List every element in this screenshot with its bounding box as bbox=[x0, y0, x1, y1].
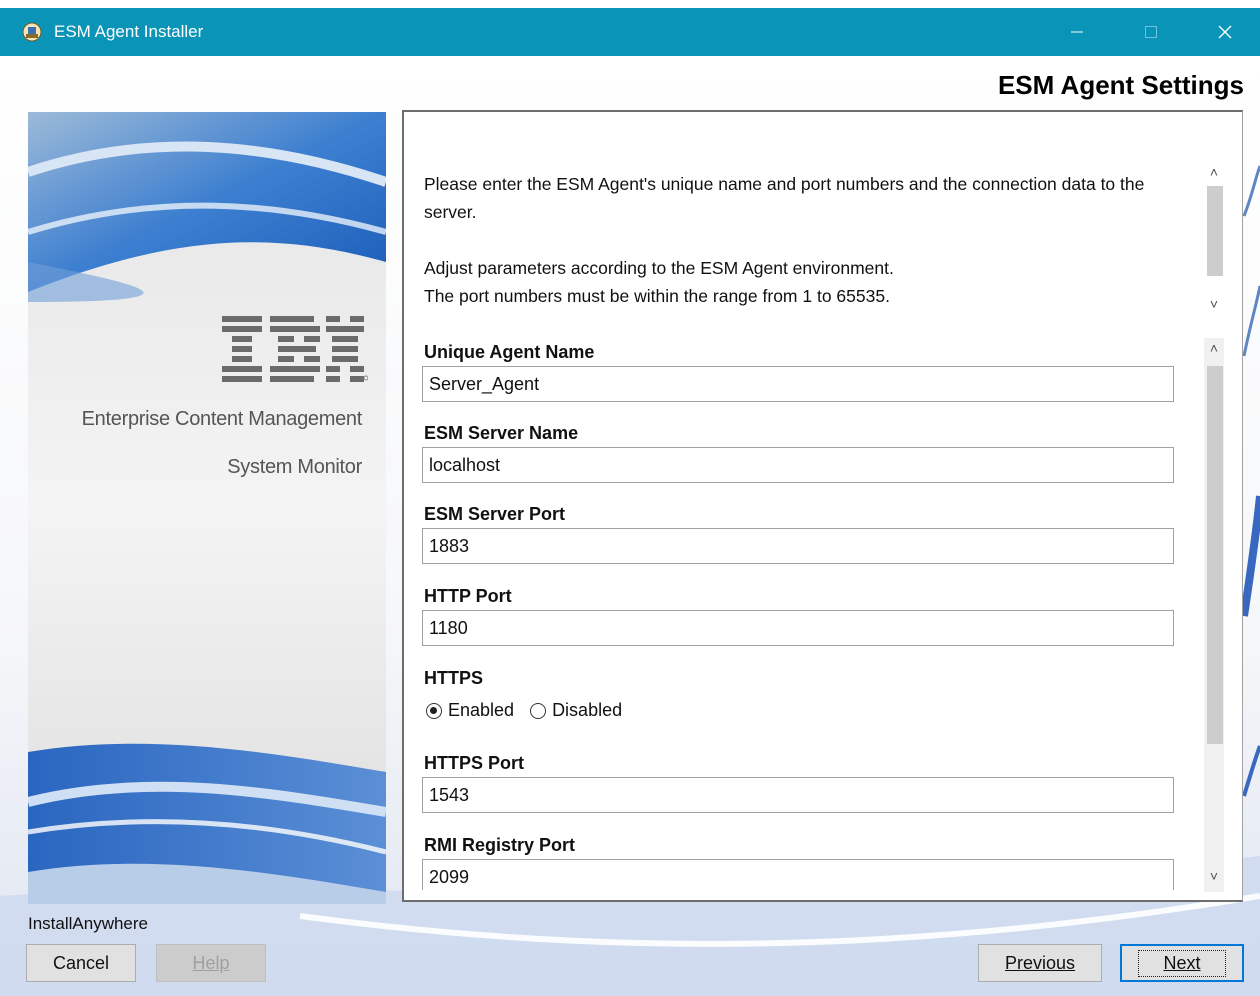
vendor-label: InstallAnywhere bbox=[28, 914, 149, 933]
ibm-logo bbox=[222, 316, 369, 389]
cancel-button[interactable]: Cancel bbox=[26, 944, 136, 982]
close-button[interactable] bbox=[1202, 8, 1248, 56]
https-port-input[interactable]: 1543 bbox=[422, 777, 1174, 813]
https-disabled-radio[interactable] bbox=[530, 702, 547, 719]
esm-server-port-input[interactable]: 1883 bbox=[422, 528, 1174, 564]
esm-server-port-label: ESM Server Port bbox=[424, 504, 566, 524]
unique-agent-name-label: Unique Agent Name bbox=[424, 342, 595, 362]
https-enabled-label[interactable]: Enabled bbox=[448, 700, 514, 721]
esm-server-name-label: ESM Server Name bbox=[424, 423, 579, 443]
intro-scroll-thumb[interactable] bbox=[1207, 186, 1223, 276]
intro-line-2: Adjust parameters according to the ESM A… bbox=[424, 258, 894, 278]
window-title: ESM Agent Installer bbox=[54, 22, 204, 41]
http-port-input[interactable]: 1180 bbox=[422, 610, 1174, 646]
fields-scroll-thumb[interactable] bbox=[1207, 366, 1223, 744]
rmi-registry-port-label: RMI Registry Port bbox=[424, 835, 576, 855]
previous-button-label: Previous bbox=[1004, 952, 1076, 973]
brand-line-2: System Monitor bbox=[227, 456, 362, 478]
https-label: HTTPS bbox=[424, 668, 484, 688]
next-button-label: Next bbox=[1163, 952, 1201, 973]
settings-panel: Please enter the ESM Agent's unique name… bbox=[402, 110, 1243, 902]
esm-server-name-input[interactable]: localhost bbox=[422, 447, 1174, 483]
https-enabled-radio[interactable] bbox=[426, 702, 442, 719]
scroll-up-icon[interactable]: ˄ bbox=[1204, 338, 1224, 358]
intro-scrollbar[interactable]: ˄ ˅ bbox=[1204, 162, 1224, 314]
scroll-down-icon[interactable]: ˅ bbox=[1204, 866, 1224, 886]
http-port-label: HTTP Port bbox=[424, 586, 512, 606]
rmi-registry-port-input[interactable]: 2099 bbox=[422, 859, 1174, 890]
help-button-label: Help bbox=[192, 952, 230, 973]
intro-line-3: The port numbers must be within the rang… bbox=[424, 286, 890, 306]
help-button[interactable]: Help bbox=[156, 944, 266, 982]
scroll-down-icon[interactable]: ˅ bbox=[1204, 294, 1224, 314]
unique-agent-name-input[interactable]: Server_Agent bbox=[422, 366, 1174, 402]
scroll-up-icon[interactable]: ˄ bbox=[1204, 162, 1224, 182]
brand-line-1: Enterprise Content Management bbox=[81, 408, 363, 430]
minimize-button[interactable] bbox=[1054, 8, 1100, 56]
next-button[interactable]: Next bbox=[1120, 944, 1244, 982]
title-bar: ESM Agent Installer bbox=[0, 8, 1260, 56]
previous-button[interactable]: Previous bbox=[978, 944, 1102, 982]
branding-panel: Enterprise Content Management System Mon… bbox=[28, 112, 386, 904]
https-port-label: HTTPS Port bbox=[424, 753, 525, 773]
maximize-button[interactable] bbox=[1128, 8, 1174, 56]
page-title: ESM Agent Settings bbox=[997, 70, 1244, 100]
https-radio-group: Enabled Disabled bbox=[426, 700, 622, 721]
next-button-focus: Next bbox=[1138, 949, 1226, 977]
fields-scrollbar[interactable]: ˄ ˅ bbox=[1204, 338, 1224, 892]
intro-text: Please enter the ESM Agent's unique name… bbox=[424, 170, 1184, 310]
https-disabled-label[interactable]: Disabled bbox=[552, 700, 622, 721]
installer-app-icon bbox=[22, 22, 42, 42]
intro-line-1: Please enter the ESM Agent's unique name… bbox=[424, 174, 1145, 222]
